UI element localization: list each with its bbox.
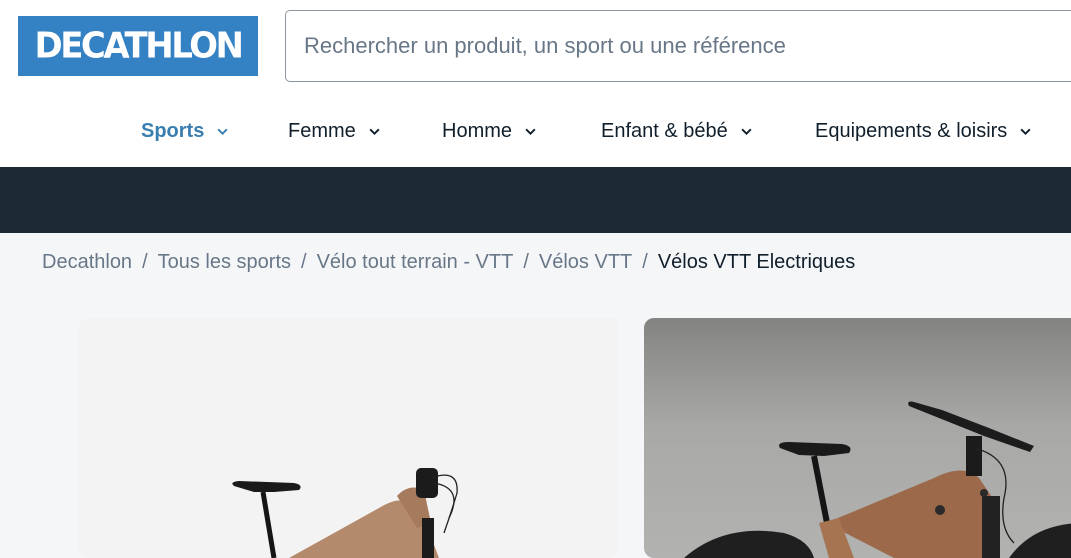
breadcrumb-link-velos-vtt[interactable]: Vélos VTT — [539, 251, 632, 274]
bike-fork — [422, 518, 434, 558]
nav-label: Sports — [141, 120, 204, 143]
promo-banner — [0, 167, 1071, 233]
bike-image — [79, 318, 619, 558]
breadcrumb-link-decathlon[interactable]: Decathlon — [42, 251, 132, 274]
bike-saddle — [232, 481, 300, 492]
nav-item-femme[interactable]: Femme — [288, 110, 381, 152]
decathlon-logo[interactable]: DECATHLON — [18, 16, 258, 76]
bike-frame — [826, 471, 996, 558]
breadcrumb-separator: / — [142, 251, 148, 274]
chevron-down-icon — [524, 125, 537, 138]
chevron-down-icon — [216, 125, 229, 138]
nav-item-enfant-bebe[interactable]: Enfant & bébé — [601, 110, 753, 152]
logo-text: DECATHLON — [34, 25, 241, 67]
bike-stem — [966, 436, 982, 476]
nav-item-sports[interactable]: Sports — [141, 110, 229, 152]
nav-label: Enfant & bébé — [601, 120, 728, 143]
bike-rear-wheel — [684, 531, 814, 558]
breadcrumb-current: Vélos VTT Electriques — [658, 251, 856, 274]
product-image-card-1[interactable] — [79, 318, 619, 558]
bike-seatpost — [263, 492, 274, 558]
chevron-down-icon — [368, 125, 381, 138]
bike-saddle — [779, 442, 850, 456]
nav-item-homme[interactable]: Homme — [442, 110, 537, 152]
chevron-down-icon — [740, 125, 753, 138]
breadcrumb-link-tous-les-sports[interactable]: Tous les sports — [158, 251, 291, 274]
nav-label: Equipements & loisirs — [815, 120, 1007, 143]
nav-label: Femme — [288, 120, 356, 143]
main-nav: Sports Femme Homme Enfant & bébé Equipem… — [0, 110, 1071, 152]
breadcrumb-separator: / — [642, 251, 648, 274]
bike-front-wheel — [1009, 523, 1071, 558]
breadcrumb-separator: / — [523, 251, 529, 274]
search-box[interactable] — [285, 10, 1071, 82]
nav-label: Homme — [442, 120, 512, 143]
breadcrumb-separator: / — [301, 251, 307, 274]
bike-image — [644, 318, 1071, 558]
bike-seatpost — [814, 456, 827, 523]
search-input[interactable] — [286, 11, 1071, 81]
breadcrumb: Decathlon / Tous les sports / Vélo tout … — [42, 251, 855, 274]
nav-item-equipements-loisirs[interactable]: Equipements & loisirs — [815, 110, 1032, 152]
chevron-down-icon — [1019, 125, 1032, 138]
product-image-card-2[interactable] — [644, 318, 1071, 558]
breadcrumb-link-velo-tout-terrain[interactable]: Vélo tout terrain - VTT — [317, 251, 514, 274]
bike-fork — [982, 496, 1000, 558]
site-header: DECATHLON Sports Femme Homme Enfant & bé… — [0, 0, 1071, 167]
